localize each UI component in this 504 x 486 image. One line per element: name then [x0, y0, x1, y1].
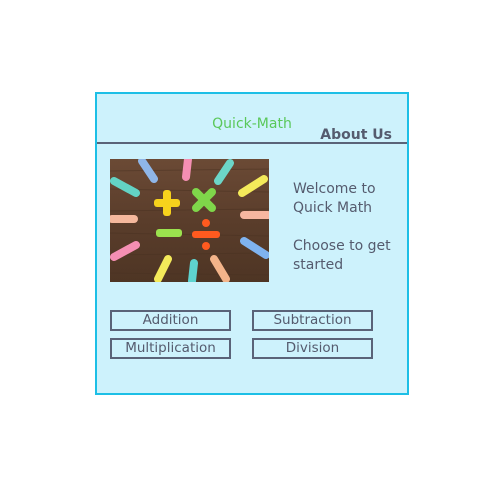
chalk-math-symbols-image [110, 159, 269, 282]
welcome-text: Welcome to Quick Math Choose to get star… [293, 180, 403, 275]
multiplication-button[interactable]: Multiplication [110, 338, 231, 359]
division-button[interactable]: Division [252, 338, 373, 359]
welcome-line: Welcome to Quick Math [293, 181, 376, 216]
subtraction-button[interactable]: Subtraction [252, 310, 373, 331]
instruction-line: Choose to get started [293, 238, 391, 273]
hero-image [110, 159, 269, 282]
about-us-link[interactable]: About Us [320, 127, 392, 143]
app-window: Quick-Math About Us Welcome to Quick Mat… [95, 92, 409, 395]
addition-button[interactable]: Addition [110, 310, 231, 331]
header-bar: Quick-Math About Us [97, 94, 407, 144]
